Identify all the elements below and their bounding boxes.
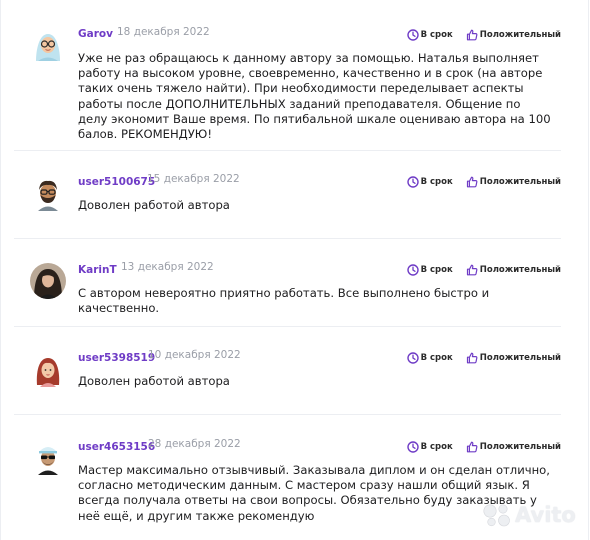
avito-watermark-text: Avito [515,503,576,527]
badge-positive-label: Положительный [479,177,561,187]
review-badges: В срок Положительный [406,176,561,188]
clock-icon [406,352,419,364]
review-text: С автором невероятно приятно работать. В… [78,286,490,316]
review-date: 13 декабря 2022 [121,261,214,273]
thumbs-up-icon [466,176,478,188]
badge-positive-label: Положительный [479,442,561,452]
badge-on-time-label: В срок [420,265,453,275]
badge-positive-label: Положительный [479,353,561,363]
review-author-name[interactable]: user5100675 [78,176,155,188]
clock-icon [406,441,419,453]
review-date: 15 декабря 2022 [147,173,240,185]
badge-on-time: В срок [406,264,453,276]
badge-positive-label: Положительный [479,30,561,40]
review-date: 18 декабря 2022 [117,26,210,38]
review-item: user5100675 15 декабря 2022 В срок Полож… [14,150,561,239]
review-item: KarinT 13 декабря 2022 В срок Положитель… [14,238,561,327]
review-text: Доволен работой автора [78,374,230,388]
photo-avatar[interactable] [30,263,66,299]
woman-red-hair-avatar[interactable] [30,351,66,387]
thumbs-up-icon [466,29,478,41]
review-item: Garov 18 декабря 2022 В срок Положительн… [14,0,561,151]
thumbs-up-icon [466,352,478,364]
badge-on-time: В срок [406,176,453,188]
review-author-name[interactable]: user5398519 [78,352,155,364]
review-author-name[interactable]: user4653156 [78,441,155,453]
review-text: Доволен работой автора [78,198,230,212]
woman-hijab-glasses-avatar[interactable] [30,26,66,62]
man-glasses-beard-avatar[interactable] [30,175,66,211]
badge-on-time: В срок [406,352,453,364]
badge-positive: Положительный [466,264,561,276]
review-badges: В срок Положительный [406,441,561,453]
badge-on-time: В срок [406,441,453,453]
badge-on-time-label: В срок [420,30,453,40]
badge-positive: Положительный [466,176,561,188]
badge-positive-label: Положительный [479,265,561,275]
frame-border-left [0,0,1,540]
frame-border-right [588,0,589,540]
clock-icon [406,29,419,41]
badge-on-time-label: В срок [420,442,453,452]
avito-watermark: Avito [482,503,576,527]
man-sunglasses-cap-avatar[interactable] [30,439,66,475]
review-badges: В срок Положительный [406,264,561,276]
thumbs-up-icon [466,441,478,453]
review-author-name[interactable]: KarinT [78,264,117,276]
review-item: user5398519 10 декабря 2022 В срок Полож… [14,326,561,415]
clock-icon [406,264,419,276]
review-text: Уже не раз обращаюсь к данному автору за… [78,51,551,142]
badge-positive: Положительный [466,441,561,453]
clock-icon [406,176,419,188]
review-badges: В срок Положительный [406,352,561,364]
review-author-name[interactable]: Garov [78,28,113,40]
review-date: 28 декабря 2022 [148,438,241,450]
badge-on-time: В срок [406,29,453,41]
review-item: user4653156 28 декабря 2022 В срок Полож… [14,414,561,540]
badge-on-time-label: В срок [420,177,453,187]
badge-positive: Положительный [466,352,561,364]
thumbs-up-icon [466,264,478,276]
avito-logo-icon [483,504,510,527]
badge-on-time-label: В срок [420,353,453,363]
review-date: 10 декабря 2022 [148,349,241,361]
badge-positive: Положительный [466,29,561,41]
review-badges: В срок Положительный [406,29,561,41]
